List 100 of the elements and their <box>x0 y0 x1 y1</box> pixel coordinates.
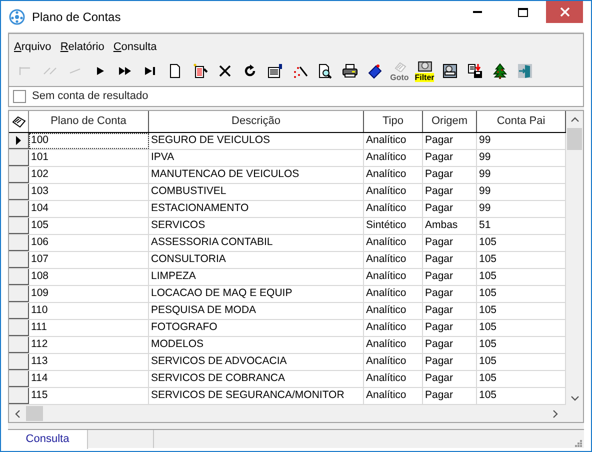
status-tab[interactable]: Consulta <box>8 430 88 449</box>
table-cell: 106 <box>29 235 149 251</box>
table-cell: Pagar <box>423 337 477 353</box>
row-indicator[interactable] <box>9 218 29 234</box>
scroll-down-icon <box>570 396 578 401</box>
table-cell: MANUTENCAO DE VEICULOS <box>149 167 364 183</box>
menu-item[interactable]: Arquivo <box>14 39 52 56</box>
row-indicator[interactable] <box>9 167 29 183</box>
table-cell: SERVICOS DE SEGURANCA/MONITOR <box>149 388 364 404</box>
row-indicator[interactable] <box>9 320 29 336</box>
cross-icon <box>216 63 232 79</box>
printer-icon <box>342 63 358 79</box>
row-indicator[interactable] <box>9 286 29 302</box>
row-indicator[interactable] <box>9 235 29 251</box>
row-indicator[interactable] <box>9 303 29 319</box>
table-cell: Ambas <box>423 218 477 234</box>
table-cell: IPVA <box>149 150 364 166</box>
scroll-up-icon <box>570 117 578 122</box>
table-cell: CONSULTORIA <box>149 252 364 268</box>
menu-item[interactable]: Relatório <box>60 39 104 56</box>
row-indicator[interactable] <box>9 150 29 166</box>
table-cell: Pagar <box>423 150 477 166</box>
row-indicator[interactable] <box>9 252 29 268</box>
table-cell: Analítico <box>364 133 423 149</box>
table-cell: Analítico <box>364 167 423 183</box>
table-cell: Pagar <box>423 201 477 217</box>
maximize-icon <box>518 8 528 16</box>
row-indicator[interactable] <box>9 354 29 370</box>
exit-door-icon <box>516 63 532 79</box>
column-header[interactable]: Origem <box>423 111 477 132</box>
book-icon <box>12 116 26 128</box>
table-cell: 105 <box>29 218 149 234</box>
save-icon <box>466 63 482 79</box>
row-indicator[interactable] <box>9 269 29 285</box>
table-cell: Analítico <box>364 252 423 268</box>
table-cell: Pagar <box>423 354 477 370</box>
column-header[interactable]: Tipo <box>364 111 423 132</box>
table-cell: 112 <box>29 337 149 353</box>
table-cell: 103 <box>29 184 149 200</box>
table-cell: FOTOGRAFO <box>149 320 364 336</box>
table-cell: Analítico <box>364 320 423 336</box>
table-cell: MODELOS <box>149 337 364 353</box>
table-cell: SERVICOS DE ADVOCACIA <box>149 354 364 370</box>
table-cell: Pagar <box>423 388 477 404</box>
row-indicator[interactable] <box>9 133 29 149</box>
table-cell: Analítico <box>364 286 423 302</box>
table-cell: Analítico <box>364 354 423 370</box>
table-cell: 107 <box>29 252 149 268</box>
table-cell: SERVICOS DE COBRANCA <box>149 371 364 387</box>
edit-page-icon <box>192 63 208 79</box>
form-icon <box>266 63 282 79</box>
table-cell: 111 <box>29 320 149 336</box>
close-button[interactable] <box>546 1 583 23</box>
table-cell: 115 <box>29 388 149 404</box>
table-cell: Pagar <box>423 269 477 285</box>
filter-icon <box>416 60 434 72</box>
table-cell: LOCACAO DE MAQ E EQUIP <box>149 286 364 302</box>
table-cell: Pagar <box>423 371 477 387</box>
tag-icon <box>366 63 382 79</box>
row-indicator[interactable] <box>9 201 29 217</box>
search-document-icon <box>316 63 332 79</box>
menu-item[interactable]: Consulta <box>113 39 157 56</box>
column-header[interactable]: Plano de Conta <box>29 111 149 132</box>
minimize-icon <box>472 11 482 13</box>
table-cell: ASSESSORIA CONTABIL <box>149 235 364 251</box>
table-cell: Pagar <box>423 184 477 200</box>
table-cell: Analítico <box>364 201 423 217</box>
table-cell: Pagar <box>423 167 477 183</box>
table-cell: ESTACIONAMENTO <box>149 201 364 217</box>
table-cell: Analítico <box>364 303 423 319</box>
monitor-icon <box>442 63 458 79</box>
table-cell: Analítico <box>364 388 423 404</box>
scroll-left-icon <box>15 410 20 418</box>
window-title: Plano de Contas <box>32 8 121 26</box>
scroll-right-icon <box>553 410 558 418</box>
column-header[interactable]: Descrição <box>149 111 364 132</box>
table-cell: LIMPEZA <box>149 269 364 285</box>
table-cell: Analítico <box>364 150 423 166</box>
table-cell: 113 <box>29 354 149 370</box>
table-cell: 101 <box>29 150 149 166</box>
table-cell: Pagar <box>423 235 477 251</box>
resize-grip-icon[interactable] <box>575 440 582 447</box>
table-cell: Sintético <box>364 218 423 234</box>
scroll-thumb[interactable] <box>26 406 43 421</box>
table-cell: Analítico <box>364 184 423 200</box>
checkbox-label: Sem conta de resultado <box>32 89 148 104</box>
table-cell: 100 <box>29 133 149 149</box>
table-cell: 114 <box>29 371 149 387</box>
table-cell: Pagar <box>423 303 477 319</box>
row-indicator[interactable] <box>9 388 29 404</box>
table-cell: Analítico <box>364 235 423 251</box>
close-icon <box>560 7 570 17</box>
scroll-thumb[interactable] <box>567 128 582 150</box>
row-indicator[interactable] <box>9 337 29 353</box>
row-indicator[interactable] <box>9 184 29 200</box>
table-cell: SEGURO DE VEICULOS <box>149 133 364 149</box>
table-cell: Analítico <box>364 269 423 285</box>
row-indicator[interactable] <box>9 371 29 387</box>
table-cell: 108 <box>29 269 149 285</box>
checkbox[interactable] <box>13 90 26 103</box>
